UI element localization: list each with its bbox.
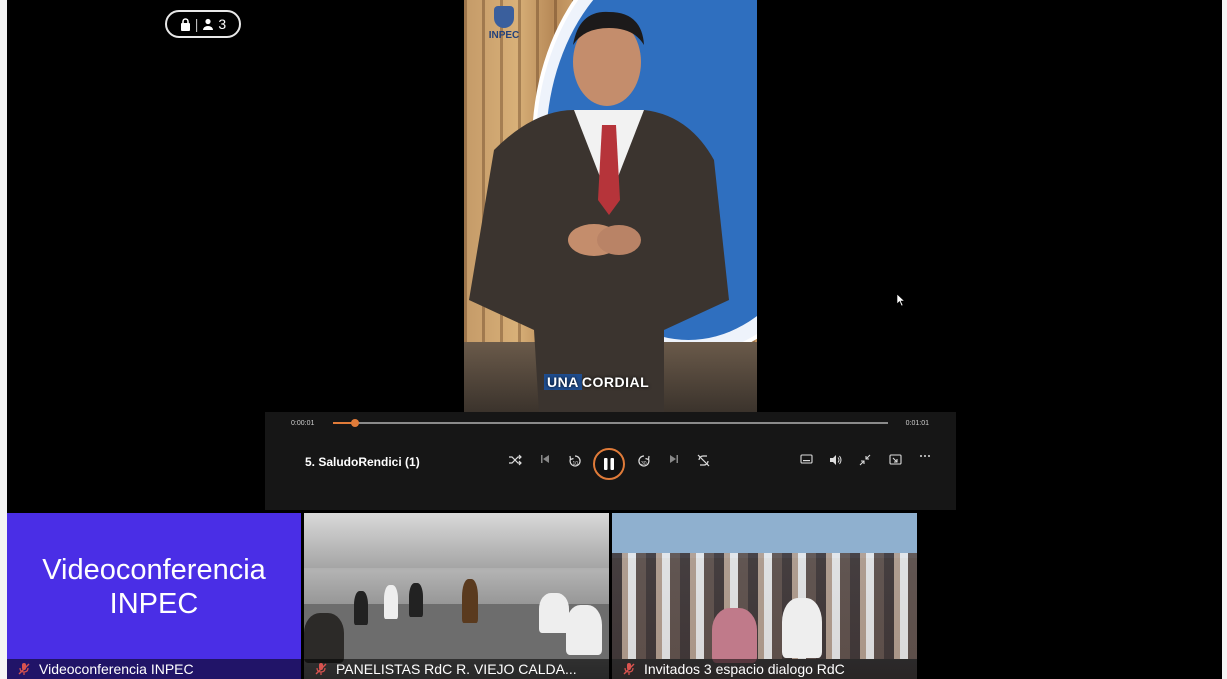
person <box>539 593 569 633</box>
shuffle-button[interactable] <box>508 454 522 466</box>
person <box>304 613 344 663</box>
more-options-button[interactable] <box>919 454 931 458</box>
badge-separator: | <box>194 16 199 32</box>
captions-icon <box>800 454 813 464</box>
mic-off-icon <box>623 663 635 675</box>
caption-text: UNA CORDIAL <box>544 374 649 390</box>
person-icon <box>202 18 214 30</box>
media-player-controls: 0:00:01 0:01:01 5. SaludoRendici (1) 10 … <box>265 412 956 510</box>
pause-icon <box>604 458 614 470</box>
previous-button[interactable] <box>540 454 550 464</box>
participant-count: 3 <box>218 16 227 32</box>
svg-text:10: 10 <box>573 461 579 467</box>
pause-button[interactable] <box>593 448 625 480</box>
person <box>712 608 757 663</box>
person <box>782 598 822 658</box>
person <box>566 605 602 655</box>
speaker-figure <box>469 11 729 412</box>
forward-30-button[interactable]: 30 <box>637 454 651 468</box>
total-time: 0:01:01 <box>905 420 929 427</box>
person <box>384 585 398 619</box>
tile-name-label: PANELISTAS RdC R. VIEJO CALDA... <box>304 659 609 679</box>
audience <box>612 553 917 659</box>
mic-off-icon <box>18 663 30 675</box>
participant-tile-videoconferencia[interactable]: Videoconferencia INPEC Videoconferencia … <box>7 513 301 679</box>
shield-icon <box>494 6 514 28</box>
mouse-cursor-icon <box>896 293 906 307</box>
tile-heading: Videoconferencia INPEC <box>42 554 266 620</box>
mini-player-icon <box>889 454 902 465</box>
right-edge <box>1222 0 1227 679</box>
exit-fullscreen-button[interactable] <box>859 454 871 466</box>
repeat-off-icon <box>697 454 710 467</box>
left-edge <box>0 0 7 679</box>
mic-off-icon <box>315 663 327 675</box>
person <box>409 583 423 617</box>
participant-badge[interactable]: | 3 <box>165 10 241 38</box>
next-icon <box>670 455 678 463</box>
seek-bar[interactable] <box>333 419 888 427</box>
more-icon <box>920 455 930 457</box>
seek-thumb[interactable] <box>351 419 360 427</box>
participant-tile-panelistas[interactable]: PANELISTAS RdC R. VIEJO CALDA... <box>304 513 609 679</box>
rewind-10-button[interactable]: 10 <box>568 454 582 468</box>
captions-button[interactable] <box>800 454 813 464</box>
lectern <box>462 579 478 623</box>
person <box>354 591 368 625</box>
collapse-icon <box>859 454 871 466</box>
current-time: 0:00:01 <box>291 420 315 427</box>
participant-tile-invitados[interactable]: Invitados 3 espacio dialogo RdC <box>612 513 917 679</box>
mini-player-button[interactable] <box>889 454 902 466</box>
tile-name-label: Invitados 3 espacio dialogo RdC <box>612 659 917 679</box>
forward-icon: 30 <box>638 455 650 467</box>
previous-icon <box>541 455 549 463</box>
lock-icon <box>180 17 191 31</box>
rewind-icon: 10 <box>569 455 581 467</box>
tile-wall <box>612 513 917 558</box>
repeat-off-button[interactable] <box>697 454 710 467</box>
media-title: 5. SaludoRendici (1) <box>305 455 420 469</box>
shuffle-icon <box>509 454 522 466</box>
shared-video[interactable]: INPEC UNA CORDIAL <box>464 0 757 412</box>
volume-icon <box>830 455 842 465</box>
inpec-watermark: INPEC <box>484 6 524 41</box>
tile-name-label: Videoconferencia INPEC <box>7 659 301 679</box>
volume-button[interactable] <box>829 454 843 466</box>
svg-text:30: 30 <box>641 461 647 467</box>
next-button[interactable] <box>669 454 679 464</box>
tent-roof <box>304 513 609 568</box>
